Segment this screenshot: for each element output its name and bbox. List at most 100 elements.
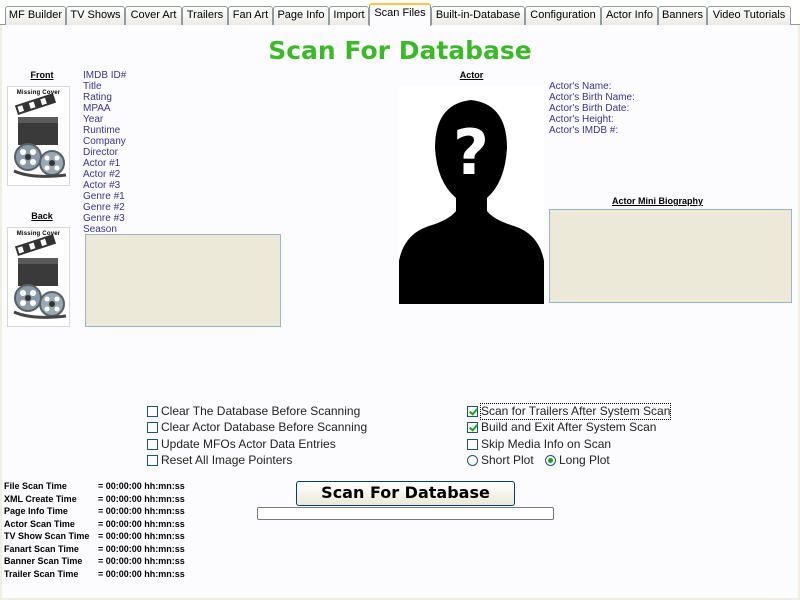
time-row-fanart-scan: Fanart Scan Time = 00:00:00 hh:mn:ss	[4, 543, 204, 556]
time-value: = 00:00:00 hh:mn:ss	[98, 556, 185, 566]
checkbox[interactable]	[467, 406, 478, 417]
actor-info-fields: Actor's Name: Actor's Birth Name: Actor'…	[549, 81, 635, 136]
opt-label: Short Plot	[481, 453, 534, 467]
field-title: Title	[83, 81, 102, 92]
field-actor-name: Actor's Name:	[549, 81, 612, 92]
opt-skip-media-info[interactable]: Skip Media Info on Scan	[467, 437, 687, 453]
opt-scan-trailers[interactable]: Scan for Trailers After System Scan	[467, 403, 687, 420]
back-cover-image: Missing Cover	[7, 227, 70, 327]
tab-import[interactable]: Import	[329, 6, 369, 25]
film-reel-icon	[13, 234, 67, 319]
page-title: Scan For Database	[268, 36, 532, 65]
tab-banners[interactable]: Banners	[658, 6, 707, 25]
time-row-trailer-scan: Trailer Scan Time = 00:00:00 hh:mn:ss	[4, 568, 204, 581]
field-rating: Rating	[83, 92, 112, 103]
time-value: = 00:00:00 hh:mn:ss	[98, 481, 185, 491]
missing-cover-text: Missing Cover	[16, 90, 61, 96]
opt-label: Build and Exit After System Scan	[481, 420, 657, 434]
time-row-actor-scan: Actor Scan Time = 00:00:00 hh:mn:ss	[4, 518, 204, 531]
time-label: File Scan Time	[4, 481, 67, 491]
field-actor-height: Actor's Height:	[549, 114, 614, 125]
time-row-page-info: Page Info Time = 00:00:00 hh:mn:ss	[4, 505, 204, 518]
actor-photo: ?	[399, 86, 544, 304]
time-row-xml-create: XML Create Time = 00:00:00 hh:mn:ss	[4, 493, 204, 506]
radio-button[interactable]	[467, 455, 478, 466]
tab-fan-art[interactable]: Fan Art	[228, 6, 273, 25]
front-cover-image: Missing Cover	[7, 86, 70, 186]
field-actor-3: Actor #3	[83, 180, 121, 191]
opt-update-mfos-actor[interactable]: Update MFOs Actor Data Entries	[147, 437, 387, 453]
time-value: = 00:00:00 hh:mn:ss	[98, 543, 185, 554]
time-label: Fanart Scan Time	[4, 543, 79, 554]
time-value: = 00:00:00 hh:mn:ss	[98, 506, 185, 516]
checkbox[interactable]	[147, 455, 158, 466]
scan-times: File Scan Time = 00:00:00 hh:mn:ss XML Cr…	[4, 480, 204, 580]
checkbox[interactable]	[147, 406, 158, 417]
opt-label: Clear Actor Database Before Scanning	[161, 420, 368, 434]
tab-mf-builder[interactable]: MF Builder	[5, 6, 66, 25]
actor-label: Actor	[459, 70, 484, 80]
field-actor-imdb: Actor's IMDB #:	[549, 125, 619, 136]
opt-label: Scan for Trailers After System Scan	[479, 403, 672, 420]
field-actor-birth-date: Actor's Birth Date:	[549, 103, 630, 114]
opt-clear-actor-database[interactable]: Clear Actor Database Before Scanning	[147, 420, 387, 436]
tab-page-info[interactable]: Page Info	[273, 6, 329, 25]
opt-build-and-exit[interactable]: Build and Exit After System Scan	[467, 420, 687, 436]
field-actor-1: Actor #1	[83, 158, 121, 169]
radio-short-plot[interactable]: Short Plot	[467, 453, 537, 469]
checkbox[interactable]	[467, 439, 478, 450]
field-runtime: Runtime	[83, 125, 121, 136]
opt-label: Reset All Image Pointers	[161, 453, 293, 467]
field-genre-2: Genre #2	[83, 202, 125, 213]
scan-progress-bar	[257, 507, 554, 520]
field-year: Year	[83, 114, 104, 125]
time-label: XML Create Time	[4, 493, 77, 504]
tab-video-tutorials[interactable]: Video Tutorials	[707, 6, 791, 25]
opt-label: Clear The Database Before Scanning	[161, 404, 361, 418]
time-value: = 00:00:00 hh:mn:ss	[98, 531, 185, 541]
field-director: Director	[83, 147, 119, 158]
time-row-banner-scan: Banner Scan Time = 00:00:00 hh:mn:ss	[4, 555, 204, 568]
tab-actor-info[interactable]: Actor Info	[601, 6, 658, 25]
tab-built-in-database[interactable]: Built-in-Database	[431, 6, 525, 25]
time-label: Page Info Time	[4, 506, 68, 516]
actor-bio-label: Actor Mini Biography	[611, 196, 703, 206]
checkbox[interactable]	[147, 422, 158, 433]
back-cover-label: Back	[31, 211, 53, 221]
opt-label: Update MFOs Actor Data Entries	[161, 437, 336, 451]
radio-long-plot[interactable]: Long Plot	[545, 453, 625, 469]
time-value: = 00:00:00 hh:mn:ss	[98, 493, 185, 504]
time-label: Actor Scan Time	[4, 518, 75, 529]
field-actor-birth-name: Actor's Birth Name:	[549, 92, 635, 103]
field-actor-2: Actor #2	[83, 169, 121, 180]
time-row-tv-show-scan: TV Show Scan Time = 00:00:00 hh:mn:ss	[4, 530, 204, 543]
svg-text:?: ?	[453, 116, 489, 189]
time-row-file-scan: File Scan Time = 00:00:00 hh:mn:ss	[4, 480, 204, 493]
checkbox[interactable]	[467, 422, 478, 433]
opt-clear-database[interactable]: Clear The Database Before Scanning	[147, 404, 387, 420]
opt-label: Long Plot	[559, 453, 610, 467]
tab-cover-art[interactable]: Cover Art	[125, 6, 182, 25]
time-value: = 00:00:00 hh:mn:ss	[98, 568, 185, 579]
tab-scan-files[interactable]: Scan Files	[369, 3, 431, 26]
actor-bio-textbox[interactable]	[549, 209, 792, 303]
tab-strip: MF Builder TV Shows Cover Art Trailers F…	[0, 0, 800, 26]
unknown-person-icon: ?	[399, 100, 544, 304]
time-label: TV Show Scan Time	[4, 531, 90, 541]
movie-info-fields: IMDB ID# Title Rating MPAA Year Runtime …	[83, 70, 126, 235]
scan-for-database-button[interactable]: Scan For Database	[296, 481, 515, 506]
missing-cover-text: Missing Cover	[16, 231, 61, 237]
time-label: Trailer Scan Time	[4, 568, 79, 579]
tab-tv-shows[interactable]: TV Shows	[66, 6, 125, 25]
checkbox[interactable]	[147, 439, 158, 450]
radio-button[interactable]	[545, 455, 556, 466]
front-cover-label: Front	[30, 70, 54, 80]
time-label: Banner Scan Time	[4, 556, 83, 566]
field-mpaa: MPAA	[83, 103, 111, 114]
field-company: Company	[83, 136, 126, 147]
tab-configuration[interactable]: Configuration	[525, 6, 601, 25]
opt-reset-image-pointers[interactable]: Reset All Image Pointers	[147, 453, 387, 469]
field-genre-1: Genre #1	[83, 191, 125, 202]
tab-trailers[interactable]: Trailers	[182, 6, 228, 25]
plot-textbox[interactable]	[85, 234, 281, 327]
